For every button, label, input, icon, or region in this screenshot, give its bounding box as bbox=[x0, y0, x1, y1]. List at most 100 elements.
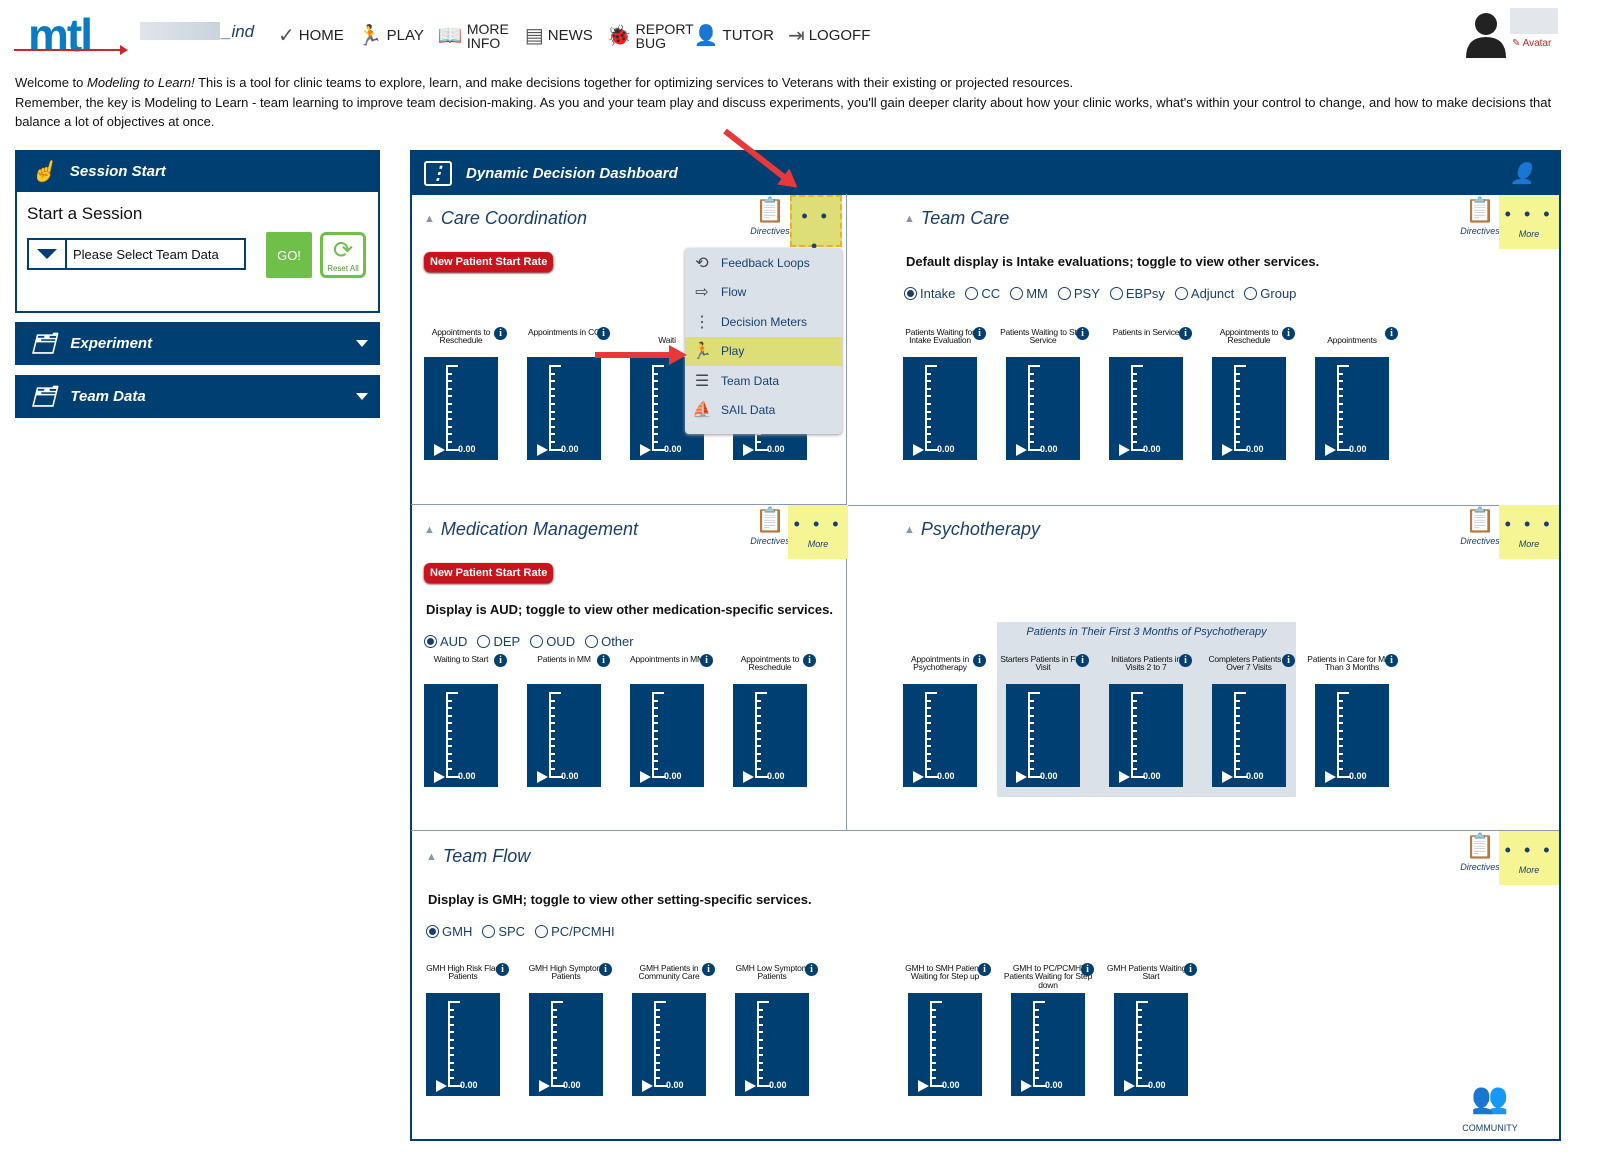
more-button[interactable]: • • •More bbox=[790, 195, 842, 271]
info-icon[interactable]: i bbox=[1385, 327, 1398, 340]
new-patient-start-rate-button[interactable]: New Patient Start Rate bbox=[424, 563, 554, 583]
menu-item-decision-meters[interactable]: ⋮ Decision Meters bbox=[685, 307, 842, 337]
radio-circle[interactable] bbox=[426, 925, 439, 938]
gauge-pointer-icon[interactable] bbox=[539, 1080, 550, 1092]
nav-home[interactable]: ✓ HOME bbox=[278, 26, 344, 46]
info-icon[interactable]: i bbox=[1282, 327, 1295, 340]
more-button[interactable]: • • •More bbox=[1499, 505, 1559, 559]
info-icon[interactable]: i bbox=[1282, 654, 1295, 667]
collapse-triangle-icon[interactable]: ▲ bbox=[424, 524, 435, 536]
radio-circle[interactable] bbox=[1174, 287, 1188, 300]
gauge-pointer-icon[interactable] bbox=[1021, 1080, 1032, 1092]
info-icon[interactable]: i bbox=[978, 963, 991, 976]
gauge-pointer-icon[interactable] bbox=[436, 1080, 447, 1092]
gauge-pointer-icon[interactable] bbox=[640, 444, 651, 456]
gauge-pointer-icon[interactable] bbox=[1119, 771, 1130, 783]
directives-button[interactable]: 📋 Directives bbox=[1458, 506, 1502, 546]
nav-tutor[interactable]: 👤 TUTOR bbox=[694, 26, 774, 46]
radio-adjunct[interactable]: Adjunct bbox=[1174, 286, 1234, 301]
radio-oud[interactable]: OUD bbox=[530, 634, 575, 649]
gauge-pointer-icon[interactable] bbox=[743, 444, 754, 456]
radio-psy[interactable]: PSY bbox=[1057, 286, 1100, 301]
info-icon[interactable]: i bbox=[702, 963, 715, 976]
collapse-triangle-icon[interactable]: ▲ bbox=[904, 213, 915, 225]
info-icon[interactable]: i bbox=[494, 654, 507, 667]
radio-circle[interactable] bbox=[477, 635, 491, 648]
info-icon[interactable]: i bbox=[1076, 327, 1089, 340]
info-icon[interactable]: i bbox=[1081, 963, 1094, 976]
radio-circle[interactable] bbox=[424, 635, 437, 648]
gauge-pointer-icon[interactable] bbox=[537, 771, 548, 783]
nav-logoff[interactable]: ⇥ LOGOFF bbox=[788, 26, 870, 46]
radio-circle[interactable] bbox=[1057, 287, 1071, 300]
collapse-triangle-icon[interactable]: ▲ bbox=[904, 524, 915, 536]
radio-circle[interactable] bbox=[1109, 287, 1123, 300]
nav-more-info[interactable]: 📖 MORE INFO bbox=[438, 22, 511, 50]
radio-gmh[interactable]: GMH bbox=[426, 924, 472, 939]
radio-circle[interactable] bbox=[965, 287, 979, 300]
mtl-logo[interactable]: mtl bbox=[28, 8, 93, 62]
menu-item-team-data[interactable]: ☰ Team Data bbox=[685, 366, 842, 396]
directives-button[interactable]: 📋 Directives bbox=[1458, 832, 1502, 872]
radio-pcpcmhi[interactable]: PC/PCMHI bbox=[535, 924, 615, 939]
collapse-triangle-icon[interactable]: ▲ bbox=[426, 851, 437, 863]
directives-button[interactable]: 📋 Directives bbox=[1458, 196, 1502, 236]
info-icon[interactable]: i bbox=[1076, 654, 1089, 667]
medication-management-title[interactable]: ▲ Medication Management bbox=[424, 519, 638, 540]
care-coordination-title[interactable]: ▲ Care Coordination bbox=[424, 208, 587, 229]
menu-item-flow[interactable]: ⇨ Flow bbox=[685, 278, 842, 308]
info-icon[interactable]: i bbox=[1184, 963, 1197, 976]
avatar-link[interactable]: ✎ Avatar bbox=[1512, 38, 1551, 49]
more-button[interactable]: • • •More bbox=[1499, 831, 1559, 885]
menu-item-sail-data[interactable]: ⛵ SAIL Data bbox=[685, 396, 842, 426]
gauge-pointer-icon[interactable] bbox=[1016, 444, 1027, 456]
gauge-pointer-icon[interactable] bbox=[918, 1080, 929, 1092]
info-icon[interactable]: i bbox=[496, 963, 509, 976]
nav-play[interactable]: 🏃 PLAY bbox=[358, 26, 424, 46]
nav-report-bug[interactable]: 🐞 REPORT BUG bbox=[607, 22, 694, 50]
gauge-pointer-icon[interactable] bbox=[1325, 771, 1336, 783]
radio-circle[interactable] bbox=[1244, 287, 1258, 300]
go-button[interactable]: GO! bbox=[266, 232, 312, 278]
info-icon[interactable]: i bbox=[803, 654, 816, 667]
team-care-title[interactable]: ▲ Team Care bbox=[904, 208, 1009, 229]
radio-cc[interactable]: CC bbox=[965, 286, 1000, 301]
info-icon[interactable]: i bbox=[805, 963, 818, 976]
collapse-triangle-icon[interactable]: ▲ bbox=[424, 213, 435, 225]
gauge-pointer-icon[interactable] bbox=[1222, 444, 1233, 456]
gauge-pointer-icon[interactable] bbox=[1016, 771, 1027, 783]
info-icon[interactable]: i bbox=[973, 327, 986, 340]
info-icon[interactable]: i bbox=[599, 963, 612, 976]
gauge-pointer-icon[interactable] bbox=[745, 1080, 756, 1092]
user-settings-icon[interactable]: 👤 bbox=[1510, 161, 1535, 186]
team-flow-title[interactable]: ▲ Team Flow bbox=[426, 846, 530, 867]
avatar[interactable] bbox=[1464, 10, 1508, 58]
community-button[interactable]: 👥 COMMUNITY bbox=[1455, 1075, 1525, 1133]
info-icon[interactable]: i bbox=[494, 327, 507, 340]
gauge-pointer-icon[interactable] bbox=[1325, 444, 1336, 456]
radio-circle[interactable] bbox=[585, 635, 599, 648]
radio-other[interactable]: Other bbox=[585, 634, 634, 649]
new-patient-start-rate-button[interactable]: New Patient Start Rate bbox=[424, 252, 554, 272]
gauge-pointer-icon[interactable] bbox=[1124, 1080, 1135, 1092]
radio-group[interactable]: Group bbox=[1244, 286, 1296, 301]
info-icon[interactable]: i bbox=[700, 654, 713, 667]
info-icon[interactable]: i bbox=[1385, 654, 1398, 667]
info-icon[interactable]: i bbox=[973, 654, 986, 667]
radio-circle[interactable] bbox=[482, 925, 496, 938]
radio-dep[interactable]: DEP bbox=[477, 634, 520, 649]
gauge-pointer-icon[interactable] bbox=[434, 444, 445, 456]
radio-circle[interactable] bbox=[1010, 287, 1024, 300]
more-button[interactable]: • • •More bbox=[788, 505, 848, 559]
radio-circle[interactable] bbox=[904, 287, 917, 300]
radio-circle[interactable] bbox=[530, 635, 544, 648]
gauge-pointer-icon[interactable] bbox=[642, 1080, 653, 1092]
nav-news[interactable]: ▤ NEWS bbox=[525, 26, 593, 46]
gauge-pointer-icon[interactable] bbox=[640, 771, 651, 783]
team-data-accordion[interactable]: 🗂 Team Data bbox=[15, 375, 380, 418]
info-icon[interactable]: i bbox=[597, 654, 610, 667]
gauge-pointer-icon[interactable] bbox=[537, 444, 548, 456]
more-button[interactable]: • • •More bbox=[1499, 195, 1559, 249]
info-icon[interactable]: i bbox=[597, 327, 610, 340]
gauge-pointer-icon[interactable] bbox=[743, 771, 754, 783]
